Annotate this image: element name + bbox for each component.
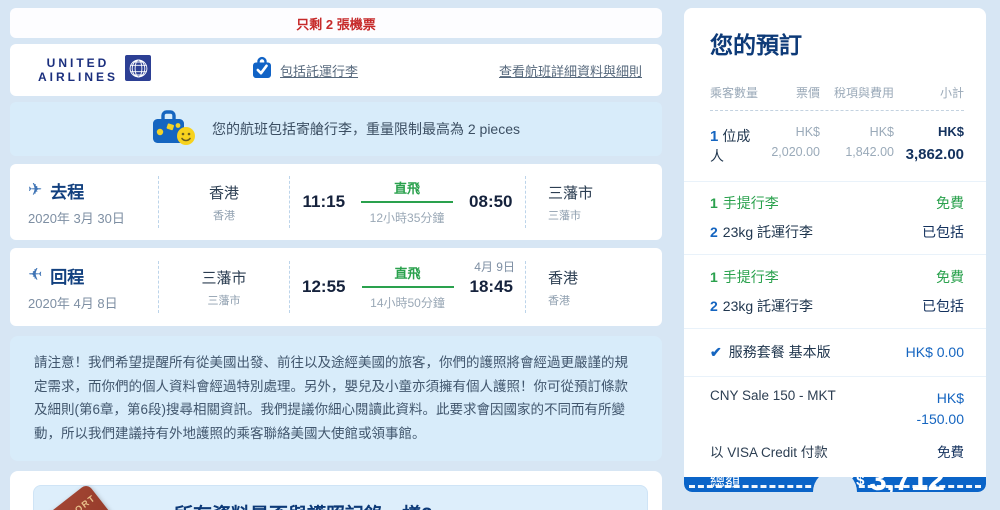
- passport-check-card: PASSPORT 所有資料是否與護照記錄一樣?: [10, 471, 662, 510]
- booking-summary-content: 您的預訂 乘客數量 票價 稅項與費用 小計 1位成人 HK$2,020.00 H…: [684, 8, 986, 167]
- checked-baggage-status: 已包括: [922, 222, 964, 242]
- flight-date: 2020年 3月 30日: [28, 208, 158, 227]
- flight-summary-panel: 只剩 2 張機票 UNITED AIRLINES 包括託運行李 查看航班詳細資料…: [10, 8, 662, 510]
- dest-city-sub: 三藩市: [548, 207, 644, 223]
- flight-path-line: [361, 201, 453, 203]
- origin-city-name: 三藩市: [159, 267, 289, 288]
- promo-row: CNY Sale 150 - MKT HK$-150.00: [710, 388, 964, 429]
- logo-line1: UNITED: [47, 56, 110, 70]
- origin-city: 三藩市 三藩市: [159, 267, 289, 308]
- baggage-included-link[interactable]: 包括託運行李: [280, 61, 358, 80]
- baggage-banner-text: 您的航班包括寄艙行李，重量限制最高為 2 pieces: [212, 119, 520, 139]
- hand-baggage-status: 免費: [936, 267, 964, 287]
- hand-baggage-row: 1手提行李 免費: [710, 193, 964, 213]
- promo-amount: HK$-150.00: [917, 388, 964, 429]
- flight-duration: 14小時50分鐘: [370, 294, 445, 311]
- promo-payment-block: CNY Sale 150 - MKT HK$-150.00 以 VISA Cre…: [684, 376, 986, 477]
- check-icon: ✔: [710, 344, 722, 360]
- promo-label: CNY Sale 150 - MKT: [710, 388, 836, 403]
- arrive-date: 4月 9日: [474, 258, 515, 275]
- united-airlines-wordmark: UNITED AIRLINES: [38, 56, 118, 85]
- col-passenger: 乘客數量: [710, 84, 758, 101]
- booking-summary-panel: 您的預訂 乘客數量 票價 稅項與費用 小計 1位成人 HK$2,020.00 H…: [684, 8, 986, 492]
- baggage-info-banner: 您的航班包括寄艙行李，重量限制最高為 2 pieces: [10, 102, 662, 156]
- checked-baggage-status: 已包括: [922, 296, 964, 316]
- direction-label: 去程: [50, 178, 84, 203]
- baggage-block-return: 1手提行李 免費 223kg 託運行李 已包括: [684, 255, 986, 328]
- flight-duration: 12小時35分鐘: [370, 209, 445, 226]
- arrive-time: 08:50: [469, 192, 512, 212]
- origin-city-name: 香港: [159, 182, 289, 203]
- bag-check-icon: [251, 56, 273, 84]
- us-travel-notice: 請注意！我們希望提醒所有從美國出發、前往以及途經美國的旅客，你們的護照將會經過更…: [10, 336, 662, 461]
- fare-amount: HK$2,020.00: [758, 122, 820, 162]
- origin-city: 香港 香港: [159, 182, 289, 223]
- destination-city: 香港 香港: [526, 267, 644, 308]
- total-price-bar: 總額 HK$ 3,712 .00: [684, 477, 986, 492]
- direction-label: 回程: [50, 263, 84, 288]
- outbound-direction: ✈ 去程 2020年 3月 30日: [28, 178, 158, 227]
- dest-city-sub: 香港: [548, 292, 644, 308]
- total-label: 總額: [710, 477, 740, 491]
- airline-row: UNITED AIRLINES 包括託運行李 查看航班詳細資料與細則: [10, 44, 662, 96]
- hand-baggage-row: 1手提行李 免費: [710, 267, 964, 287]
- destination-city: 三藩市 三藩市: [526, 182, 644, 223]
- direct-flight-label: 直飛: [394, 178, 420, 197]
- col-fare: 票價: [758, 84, 820, 101]
- luggage-smiley-icon: [152, 107, 198, 152]
- passenger-label: 1位成人: [710, 122, 758, 166]
- tax-amount: HK$1,842.00: [820, 122, 894, 162]
- direct-flight-label: 直飛: [394, 263, 420, 282]
- passenger-price-row: 1位成人 HK$2,020.00 HK$1,842.00 HK$3,862.00: [710, 122, 964, 167]
- return-plane-icon: ✈: [28, 265, 42, 285]
- scarcity-text: 只剩 2 張機票: [296, 14, 375, 33]
- flight-times: 12:55 直飛 14小時50分鐘 4月 9日18:45: [290, 263, 525, 311]
- col-subtotal: 小計: [894, 84, 964, 101]
- depart-time: 12:55: [302, 277, 345, 297]
- passport-check-box: PASSPORT 所有資料是否與護照記錄一樣?: [33, 485, 648, 510]
- return-flight-row: ✈ 回程 2020年 4月 8日 三藩市 三藩市 12:55 直飛 14小時50…: [10, 248, 662, 326]
- hand-baggage-status: 免費: [936, 193, 964, 213]
- dashed-divider: [710, 110, 964, 111]
- subtotal-amount: HK$3,862.00: [894, 122, 964, 167]
- united-globe-icon: [125, 55, 151, 86]
- payment-method-row: 以 VISA Credit 付款 免費: [710, 441, 964, 461]
- notice-text: 請注意！我們希望提醒所有從美國出發、前往以及途經美國的旅客，你們的護照將會經過更…: [34, 351, 638, 446]
- depart-time: 11:15: [302, 192, 345, 212]
- service-package-price: HK$ 0.00: [906, 344, 964, 360]
- checked-baggage-row: 223kg 託運行李 已包括: [710, 296, 964, 316]
- payment-method-label: 以 VISA Credit 付款: [710, 441, 828, 461]
- baggage-included-link-group: 包括託運行李: [251, 56, 358, 84]
- flight-details-link[interactable]: 查看航班詳細資料與細則: [499, 61, 642, 80]
- service-package-label: 服務套餐 基本版: [729, 344, 831, 360]
- outbound-flight-row: ✈ 去程 2020年 3月 30日 香港 香港 11:15 直飛 12小時35分…: [10, 164, 662, 240]
- passport-question-heading: 所有資料是否與護照記錄一樣?: [174, 500, 637, 510]
- arrive-time: 4月 9日18:45: [470, 277, 513, 297]
- dest-city-name: 三藩市: [548, 182, 644, 203]
- ticket-notch: [813, 477, 857, 492]
- payment-fee-status: 免費: [937, 441, 964, 461]
- dest-city-name: 香港: [548, 267, 644, 288]
- checked-baggage-row: 223kg 託運行李 已包括: [710, 222, 964, 242]
- united-airlines-logo: UNITED AIRLINES: [38, 55, 151, 86]
- flight-times: 11:15 直飛 12小時35分鐘 08:50: [290, 178, 525, 226]
- price-table-header: 乘客數量 票價 稅項與費用 小計: [710, 84, 964, 101]
- service-package-row: ✔ 服務套餐 基本版 HK$ 0.00: [684, 328, 986, 376]
- departure-plane-icon: ✈: [28, 180, 42, 200]
- booking-title: 您的預訂: [710, 26, 964, 60]
- scarcity-banner: 只剩 2 張機票: [10, 8, 662, 38]
- baggage-block-outbound: 1手提行李 免費 223kg 託運行李 已包括: [684, 181, 986, 254]
- logo-line2: AIRLINES: [38, 70, 118, 84]
- col-tax: 稅項與費用: [820, 84, 894, 101]
- flight-path-line: [362, 286, 454, 288]
- origin-city-sub: 香港: [159, 207, 289, 223]
- passport-image: PASSPORT: [35, 483, 142, 510]
- flight-date: 2020年 4月 8日: [28, 293, 158, 312]
- origin-city-sub: 三藩市: [159, 292, 289, 308]
- return-direction: ✈ 回程 2020年 4月 8日: [28, 263, 158, 312]
- booking-page: 只剩 2 張機票 UNITED AIRLINES 包括託運行李 查看航班詳細資料…: [0, 0, 1000, 510]
- passport-label: PASSPORT: [43, 492, 140, 510]
